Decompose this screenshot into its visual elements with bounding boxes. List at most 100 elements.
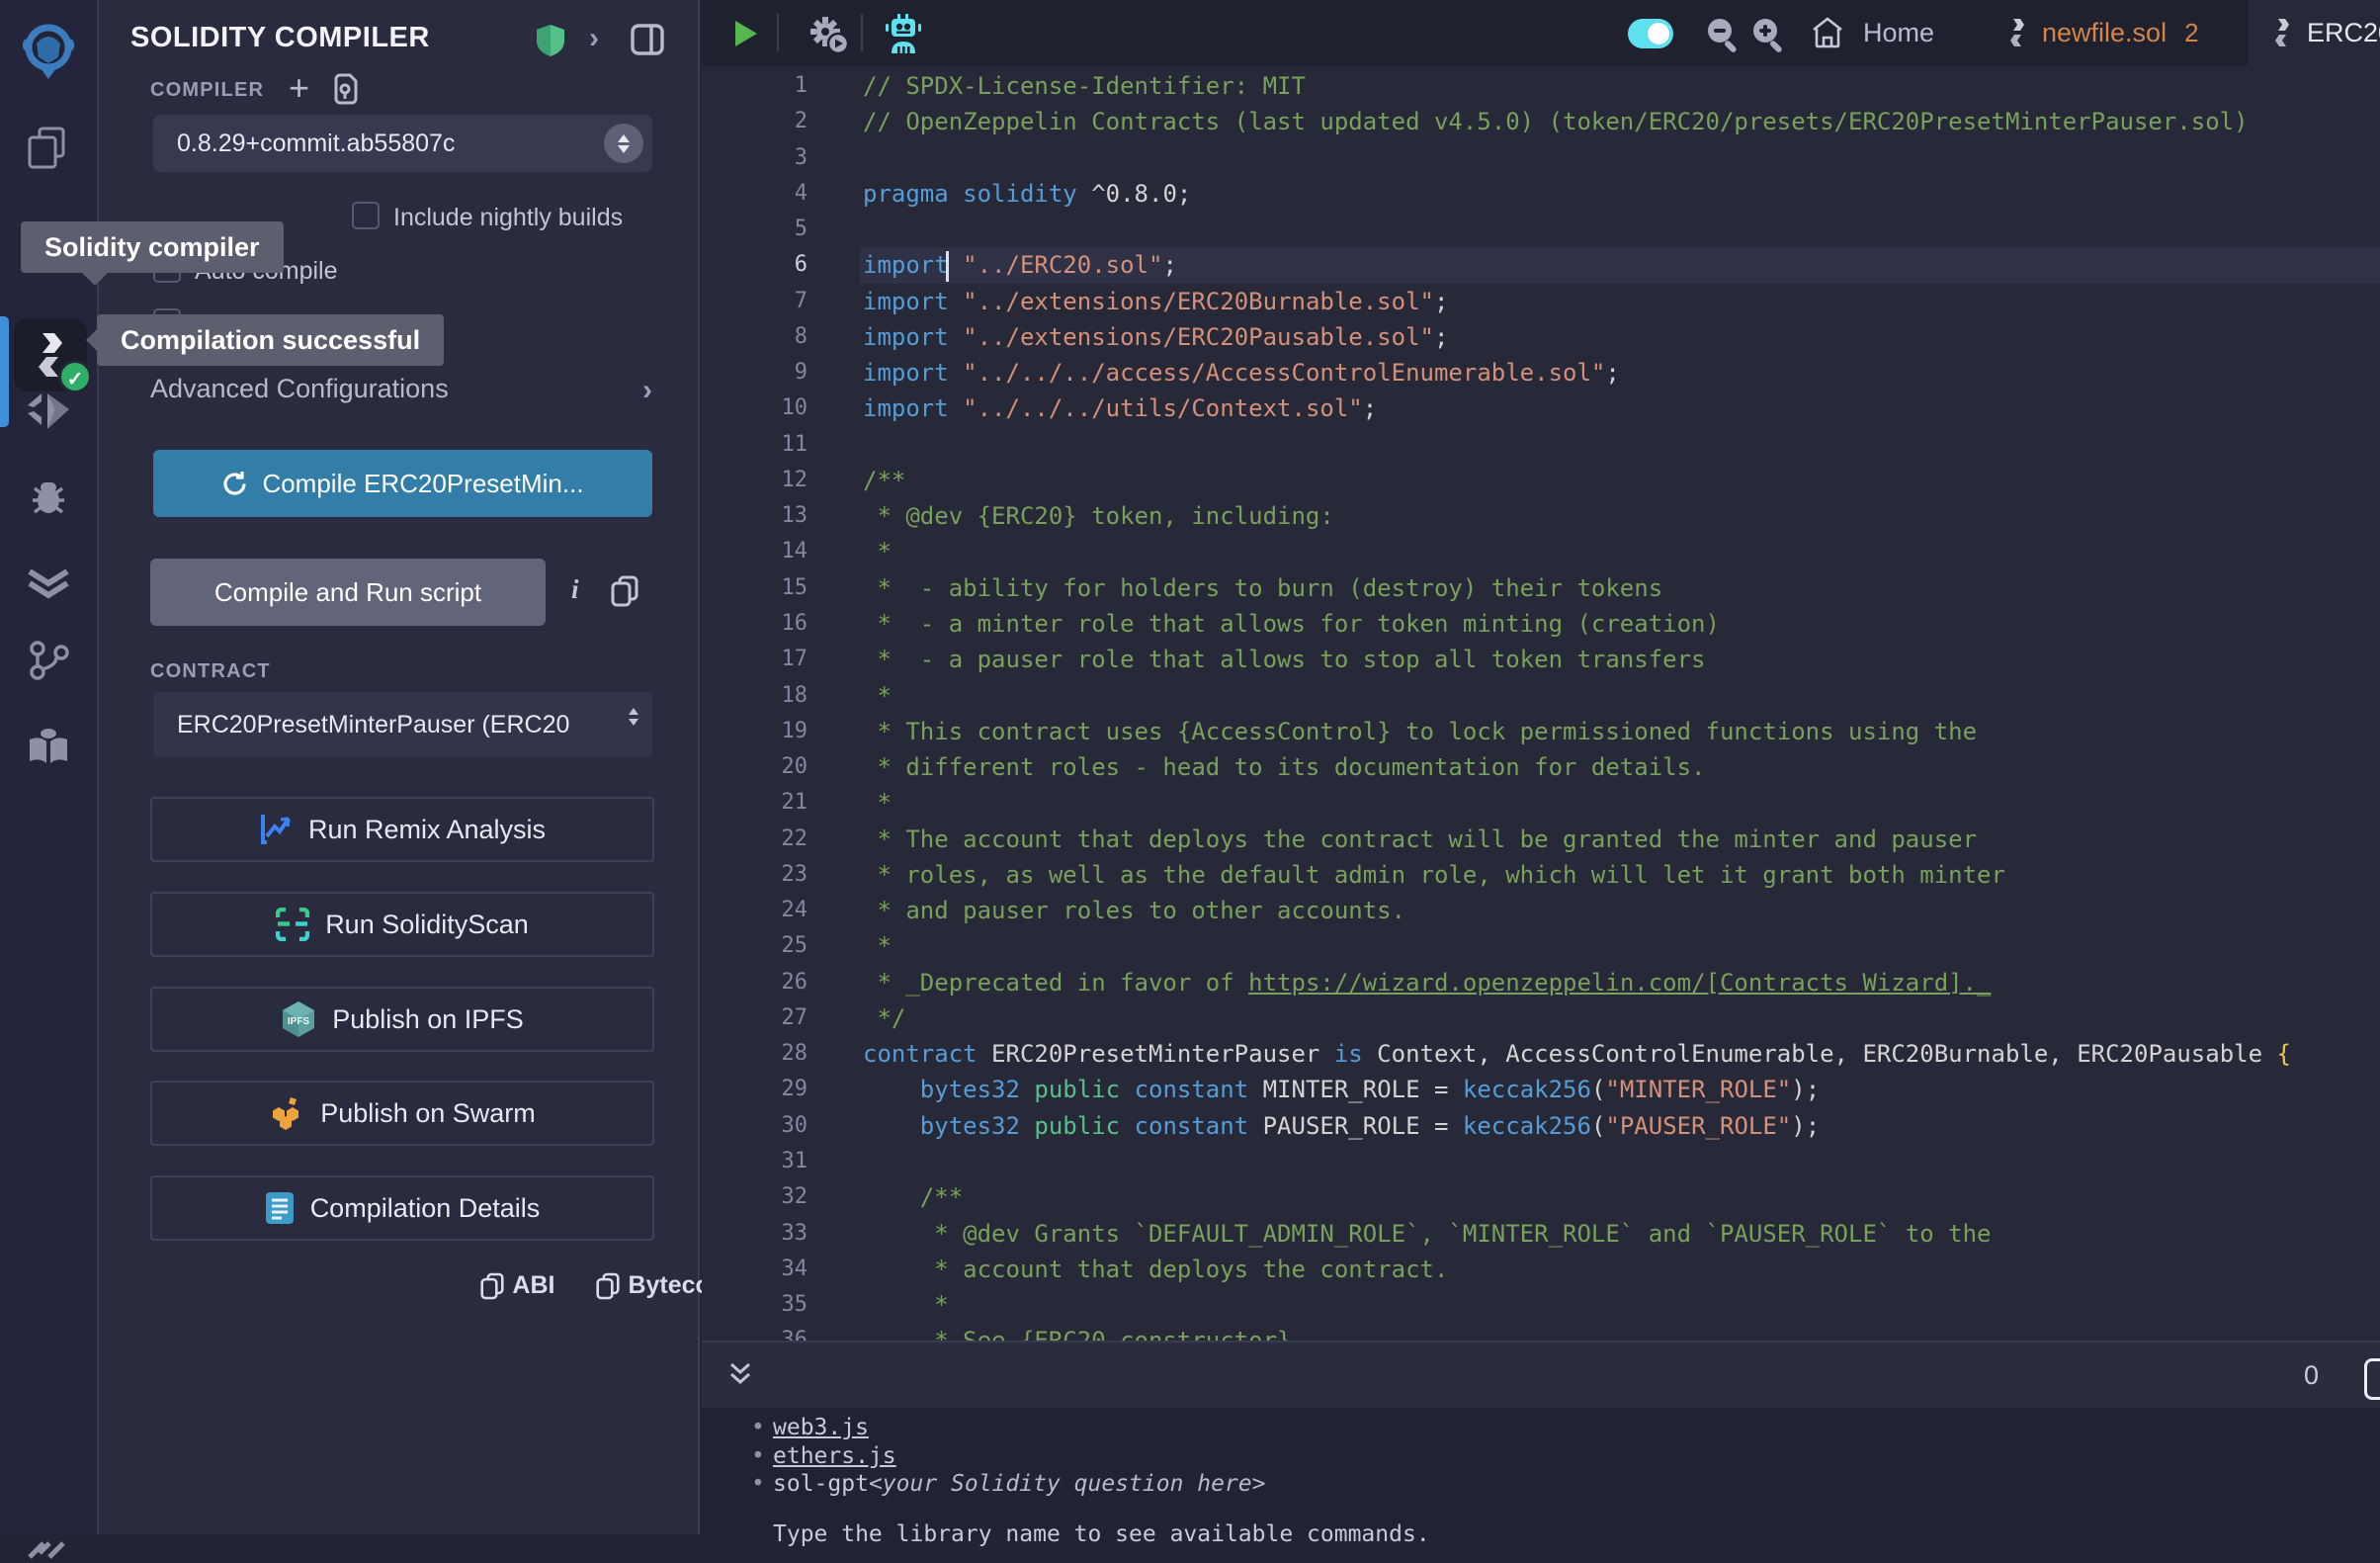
terminal-hint: Type the library name to see available c…: [773, 1520, 1430, 1549]
compile-button[interactable]: Compile ERC20PresetMin...: [153, 450, 652, 517]
terminal-line: •sol-gpt <your Solidity question here>: [702, 1470, 2380, 1499]
line-number: 21: [702, 785, 808, 821]
line-number: 27: [702, 1000, 808, 1036]
code-line-5: 5: [702, 212, 2380, 247]
code-line-30: 30 bytes32 public constant PAUSER_ROLE =…: [702, 1108, 2380, 1144]
editor-area: Home newfile.sol2ERC20PresetMinterPauser…: [702, 0, 2380, 1534]
panel-forward-chevron-icon[interactable]: ›: [589, 22, 599, 55]
terminal-listen-count: 0: [2304, 1360, 2319, 1391]
zoom-in-icon[interactable]: [1749, 16, 1787, 53]
swarm-button[interactable]: Publish on Swarm: [150, 1081, 654, 1146]
code-line-9: 9import "../../../access/AccessControlEn…: [702, 355, 2380, 391]
code-line-3: 3: [702, 140, 2380, 176]
terminal-bar[interactable]: 0: [702, 1341, 2380, 1408]
copy-script-icon[interactable]: [611, 575, 638, 607]
action-label: Compilation Details: [310, 1193, 541, 1224]
solidity-compiler-tooltip: Solidity compiler: [21, 221, 284, 273]
terminal-checkbox[interactable]: [2364, 1358, 2380, 1400]
abi-bytecode-row: ABI Bytecode: [150, 1271, 739, 1300]
line-number: 19: [702, 714, 808, 749]
code-line-29: 29 bytes32 public constant MINTER_ROLE =…: [702, 1072, 2380, 1107]
terminal-link-ethers.js[interactable]: ethers.js: [773, 1442, 896, 1471]
line-number: 26: [702, 965, 808, 1000]
code-editor[interactable]: 1// SPDX-License-Identifier: MIT2// Open…: [702, 65, 2380, 1341]
code-line-13: 13 * @dev {ERC20} token, including:: [702, 498, 2380, 534]
tab-ERC20PresetMinterPauser.sol[interactable]: ERC20PresetMinterPauser.sol✕: [2247, 0, 2380, 65]
terminal-content[interactable]: •web3.js•ethers.js•sol-gpt <your Solidit…: [702, 1408, 2380, 1534]
code-line-21: 21 *: [702, 785, 2380, 821]
line-number: 10: [702, 391, 808, 426]
shield-icon[interactable]: [536, 24, 565, 57]
line-number: 33: [702, 1216, 808, 1252]
copy-icon: [480, 1272, 504, 1300]
details-button[interactable]: Compilation Details: [150, 1175, 654, 1241]
contract-select[interactable]: ERC20PresetMinterPauser (ERC20: [153, 692, 652, 757]
debugger-icon[interactable]: [27, 475, 70, 518]
code-line-6: 6import "../ERC20.sol";: [702, 247, 2380, 283]
remix-logo-icon[interactable]: [18, 22, 79, 81]
tab-newfile.sol[interactable]: newfile.sol2: [1983, 0, 2210, 65]
run-play-icon[interactable]: [733, 19, 759, 48]
solidityscan-icon: [276, 908, 309, 941]
remix-analysis-button[interactable]: Run Remix Analysis: [150, 797, 654, 862]
code-line-11: 11: [702, 427, 2380, 463]
copy-abi-button[interactable]: ABI: [480, 1271, 554, 1300]
plugin-manager-icon[interactable]: [26, 1518, 71, 1563]
compiler-file-icon[interactable]: [332, 71, 360, 105]
swarm-icon: [269, 1095, 304, 1131]
compilation-successful-tooltip: Compilation successful: [97, 314, 444, 366]
advanced-configurations-toggle[interactable]: Advanced Configurations ›: [150, 374, 652, 407]
active-plugin-indicator: [0, 316, 9, 427]
solidityscan-button[interactable]: Run SolidityScan: [150, 892, 654, 957]
code-line-2: 2// OpenZeppelin Contracts (last updated…: [702, 104, 2380, 139]
action-label: Publish on Swarm: [320, 1098, 536, 1129]
home-icon[interactable]: [1811, 17, 1844, 48]
terminal-link-web3.js[interactable]: web3.js: [773, 1414, 869, 1442]
line-number: 7: [702, 284, 808, 319]
contract-label: CONTRACT: [150, 660, 271, 683]
details-icon: [265, 1191, 295, 1225]
compilation-success-badge: ✓: [58, 360, 92, 393]
tab-label: newfile.sol: [2042, 18, 2167, 48]
compiler-version-select[interactable]: 0.8.29+commit.ab55807c: [153, 115, 652, 172]
git-icon[interactable]: [28, 639, 69, 682]
line-number: 32: [702, 1179, 808, 1215]
line-number: 3: [702, 140, 808, 176]
ai-robot-icon[interactable]: [884, 14, 923, 53]
line-number: 2: [702, 104, 808, 139]
info-icon[interactable]: i: [571, 574, 579, 605]
learneth-book-icon[interactable]: [26, 728, 71, 767]
code-line-19: 19 * This contract uses {AccessControl} …: [702, 714, 2380, 749]
compile-and-run-button[interactable]: Compile and Run script: [150, 559, 546, 626]
compiler-label: COMPILER: [150, 79, 264, 102]
add-compiler-icon[interactable]: +: [289, 67, 309, 109]
action-label: Run Remix Analysis: [308, 815, 546, 845]
line-number: 35: [702, 1287, 808, 1323]
line-number: 14: [702, 534, 808, 569]
expand-terminal-icon[interactable]: [726, 1360, 754, 1390]
zoom-out-icon[interactable]: [1704, 16, 1742, 53]
editor-toolbar: Home newfile.sol2 ERC20PresetMinterPauser…: [702, 0, 2380, 65]
refresh-icon: [221, 471, 248, 497]
split-view-icon[interactable]: [631, 24, 664, 55]
line-number: 5: [702, 212, 808, 247]
line-number: 24: [702, 893, 808, 928]
remix-analysis-icon: [259, 813, 293, 846]
script-config-gear-icon[interactable]: [807, 13, 850, 54]
include-nightly-label: Include nightly builds: [393, 204, 623, 232]
contract-select-arrows-icon: [629, 708, 638, 726]
code-line-33: 33 * @dev Grants `DEFAULT_ADMIN_ROLE`, `…: [702, 1216, 2380, 1252]
action-label: Publish on IPFS: [332, 1004, 524, 1035]
unit-testing-icon[interactable]: [26, 564, 71, 603]
code-line-14: 14 *: [702, 534, 2380, 569]
code-line-36: 36 * See {ERC20-constructor}.: [702, 1323, 2380, 1341]
deploy-run-icon[interactable]: [26, 391, 71, 431]
ai-copilot-toggle[interactable]: [1628, 19, 1673, 48]
ipfs-button[interactable]: IPFSPublish on IPFS: [150, 987, 654, 1052]
line-number: 20: [702, 749, 808, 785]
include-nightly-checkbox[interactable]: [352, 202, 380, 229]
code-line-16: 16 * - a minter role that allows for tok…: [702, 606, 2380, 642]
file-explorer-icon[interactable]: [26, 126, 71, 171]
home-tab-label[interactable]: Home: [1863, 18, 1934, 48]
code-line-34: 34 * account that deploys the contract.: [702, 1252, 2380, 1287]
